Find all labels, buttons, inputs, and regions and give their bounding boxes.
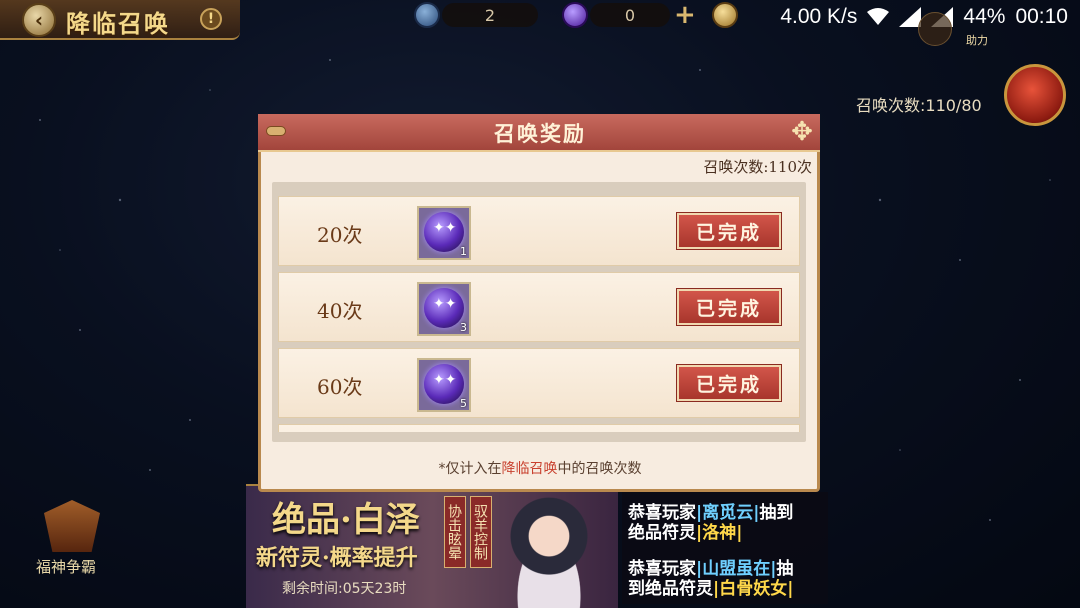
skill-tag-control: 驭羊控制: [470, 496, 492, 568]
footnote-highlight: 降临召唤: [501, 461, 558, 477]
character-portrait: [494, 492, 604, 608]
help-boost-button[interactable]: [918, 12, 952, 46]
banner-title: 绝品·白泽: [272, 500, 420, 540]
gold-coin-icon[interactable]: [712, 2, 738, 28]
currency-jade-value: 2: [484, 5, 496, 25]
reward-row: 20次 ✦✦ 1 已完成: [278, 196, 800, 266]
ann2-item: |白骨妖女|: [713, 579, 794, 599]
item-quantity: 1: [460, 245, 467, 258]
summon-progress-count: 召唤次数:110/80: [856, 96, 982, 115]
reward-list[interactable]: 20次 ✦✦ 1 已完成 40次 ✦✦ 3 已完成 60次 ✦✦ 5 已完成: [278, 188, 800, 432]
summon-count-label: 召唤次数:110次: [703, 158, 812, 176]
purple-orb-icon: ✦✦: [424, 212, 464, 252]
dialog-title: 召唤奖励: [494, 121, 586, 146]
wifi-icon: [867, 8, 890, 25]
reward-item-slot[interactable]: ✦✦ 5: [417, 358, 471, 412]
fortune-god-label: 福神争霸: [36, 558, 97, 576]
ann1-item: |洛神|: [696, 523, 743, 543]
item-quantity: 5: [460, 397, 467, 410]
completed-button[interactable]: 已完成: [677, 213, 781, 249]
currency-orb-value: 0: [624, 5, 636, 25]
back-button[interactable]: ‹: [22, 3, 56, 37]
back-arrow-icon: ‹: [34, 8, 44, 32]
currency-jade: 2: [442, 3, 538, 27]
ann1-mid: 抽到: [759, 503, 794, 523]
announcement-2-line2: 到绝品符灵|白骨妖女|: [628, 574, 793, 599]
close-flower-icon: ✥: [791, 117, 813, 147]
close-button[interactable]: ✥: [786, 116, 818, 148]
ann2-line2: 到绝品符灵: [628, 579, 713, 599]
purple-orb-icon: [562, 2, 588, 28]
footnote: *仅计入在降临召唤中的召唤次数: [0, 458, 1080, 478]
reward-row: 60次 ✦✦ 5 已完成: [278, 348, 800, 418]
purple-orb-icon: ✦✦: [424, 364, 464, 404]
reward-threshold: 60次: [317, 375, 363, 399]
reward-threshold: 20次: [317, 223, 363, 247]
battery-level: 44%: [963, 5, 1006, 28]
reward-row-partial: [278, 424, 800, 432]
footnote-pre: *仅计入在: [438, 461, 502, 477]
footnote-post: 中的召唤次数: [557, 461, 642, 477]
currency-orb: 0: [590, 3, 670, 27]
skill-tag-stun: 协击眩晕: [444, 496, 466, 568]
purple-orb-icon: ✦✦: [424, 288, 464, 328]
reward-item-slot[interactable]: ✦✦ 1: [417, 206, 471, 260]
help-boost-label: 助力: [966, 34, 988, 47]
announcement-1-line2: 绝品符灵|洛神|: [628, 518, 742, 543]
blue-jade-icon: [414, 2, 440, 28]
ann1-line2: 绝品符灵: [628, 523, 696, 543]
clock: 00:10: [1015, 5, 1068, 28]
reward-row: 40次 ✦✦ 3 已完成: [278, 272, 800, 342]
reward-threshold: 40次: [317, 299, 363, 323]
reward-item-slot[interactable]: ✦✦ 3: [417, 282, 471, 336]
banner-subtitle: 新符灵·概率提升: [256, 545, 418, 571]
add-currency-button[interactable]: +: [674, 0, 696, 30]
banner-remaining-time: 剩余时间:05天23时: [282, 581, 407, 597]
lucky-bag-icon[interactable]: [1004, 64, 1066, 126]
info-button[interactable]: !: [200, 8, 222, 30]
page-title: 降临召唤: [66, 9, 170, 38]
item-quantity: 3: [460, 321, 467, 334]
completed-button[interactable]: 已完成: [677, 289, 781, 325]
completed-button[interactable]: 已完成: [677, 365, 781, 401]
network-speed: 4.00 K/s: [780, 5, 858, 28]
